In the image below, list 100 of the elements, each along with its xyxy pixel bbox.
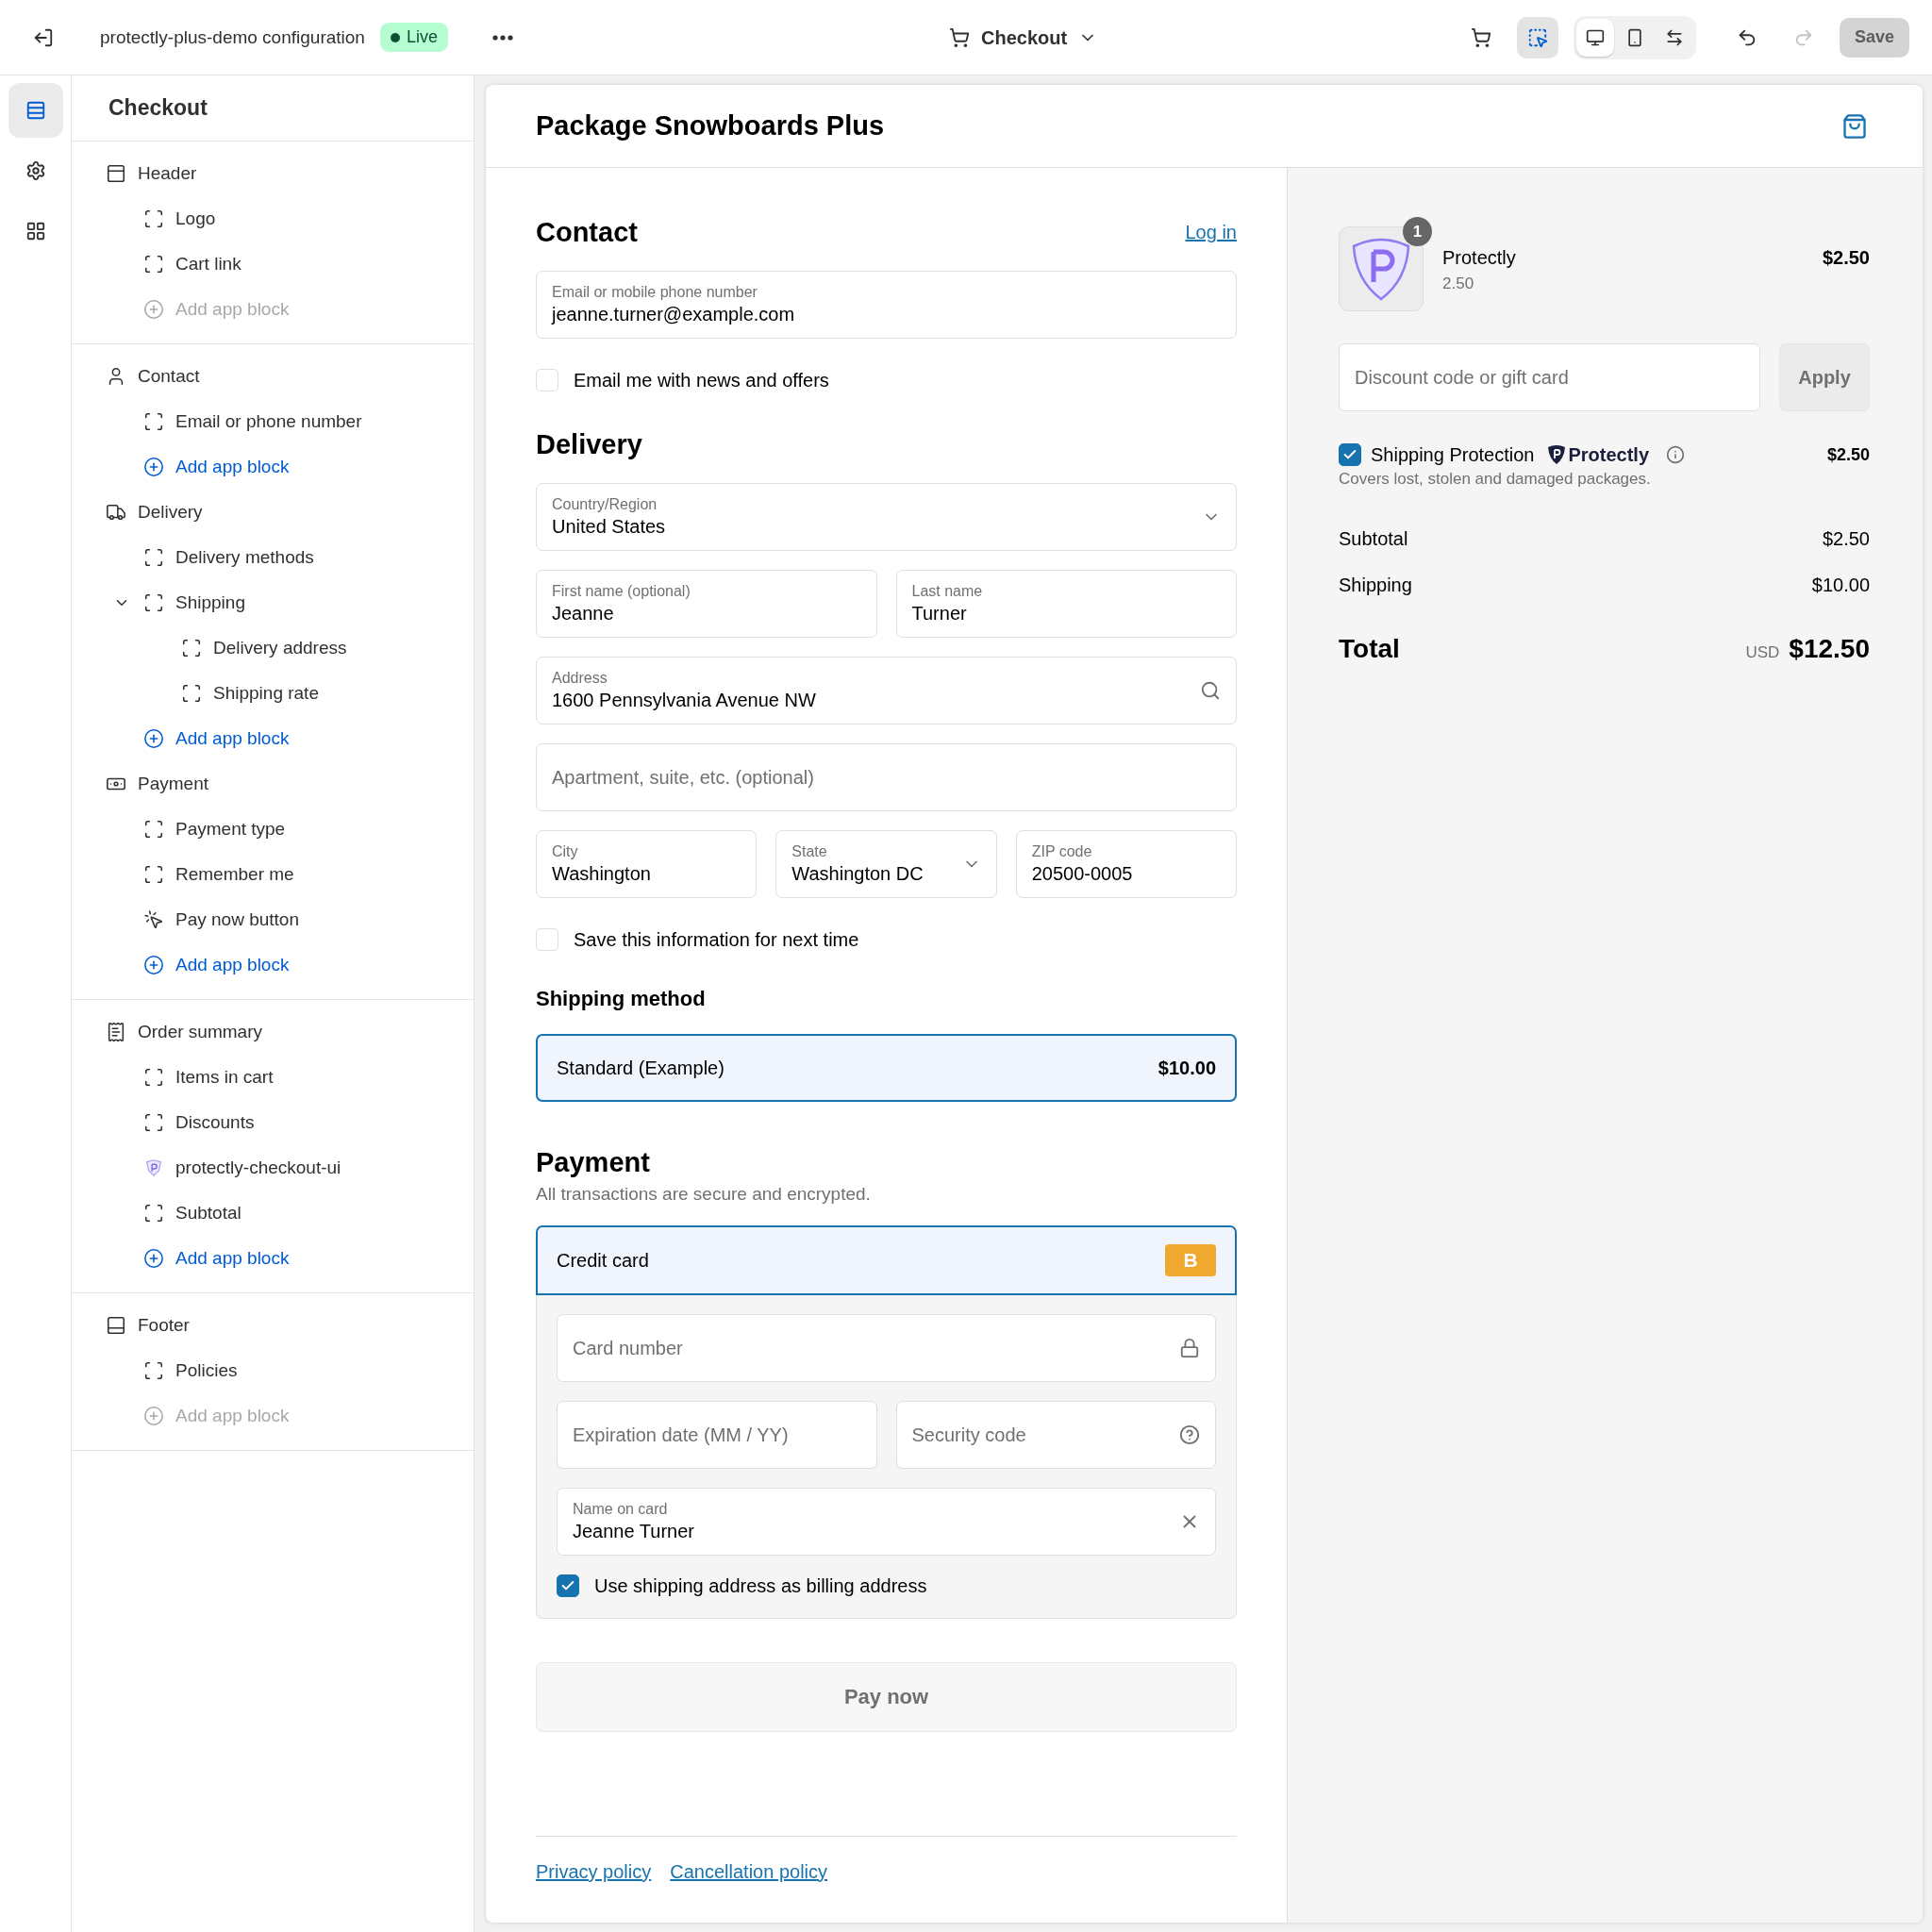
search-icon (1200, 680, 1221, 701)
block-icon (143, 547, 164, 568)
summary-value: $2.50 (1822, 528, 1870, 550)
rail-button[interactable] (8, 83, 63, 138)
block-icon (181, 638, 202, 658)
cart-icon (949, 27, 970, 48)
product-price: $2.50 (1822, 246, 1870, 269)
tree-item[interactable]: Delivery address (213, 638, 347, 658)
block-icon (143, 1112, 164, 1133)
section-item[interactable]: Order summary (138, 1022, 262, 1042)
tree-item[interactable]: Cart link (175, 254, 242, 275)
tree-item[interactable]: Shipping (175, 592, 245, 613)
policy-link[interactable]: Privacy policy (536, 1861, 652, 1883)
tree-item[interactable]: protectly-checkout-ui (175, 1158, 341, 1178)
checkbox[interactable] (1339, 443, 1361, 466)
apps-grid-icon (25, 221, 46, 242)
brand-name: Protectly (1568, 443, 1650, 466)
bag-icon[interactable] (1841, 112, 1868, 140)
apply-button[interactable]: Apply (1779, 343, 1870, 411)
checkbox[interactable] (557, 1574, 579, 1597)
input-field[interactable]: Expiration date (MM / YY) (557, 1401, 877, 1469)
select-pointer-icon (1526, 26, 1548, 48)
info-icon[interactable] (1666, 445, 1686, 464)
pointer-click-icon (143, 909, 164, 930)
block-icon (143, 864, 164, 885)
more-icon (491, 34, 513, 41)
tree-item[interactable]: Items in cart (175, 1067, 274, 1088)
checkbox-label: Email me with news and offers (574, 369, 829, 391)
tree-item[interactable]: Subtotal (175, 1203, 242, 1224)
section-item[interactable]: Footer (138, 1315, 190, 1336)
product-name: Protectly (1442, 247, 1517, 269)
tree-item[interactable]: Pay now button (175, 909, 299, 930)
input-field[interactable]: First name (optional) Jeanne (536, 570, 877, 638)
view-button[interactable] (1575, 18, 1614, 57)
card-brand-badge: B (1165, 1244, 1216, 1276)
payment-subtitle: All transactions are secure and encrypted. (536, 1184, 872, 1205)
add-icon (143, 728, 164, 749)
input-field[interactable]: Card number (557, 1314, 1216, 1382)
input-field[interactable]: Apartment, suite, etc. (optional) (536, 743, 1237, 811)
theme-title: protectly-plus-demo configuration (100, 26, 365, 48)
add-icon (143, 1248, 164, 1269)
policy-link[interactable]: Cancellation policy (670, 1861, 828, 1883)
block-icon (143, 1360, 164, 1381)
page-selector[interactable]: Checkout (943, 19, 1104, 57)
input-field[interactable]: Last name Turner (895, 570, 1237, 638)
input-field[interactable]: Name on card Jeanne Turner (557, 1488, 1216, 1556)
help-icon[interactable] (1179, 1424, 1200, 1445)
block-icon (143, 254, 164, 275)
tree-item[interactable]: Shipping rate (213, 683, 319, 704)
select-field[interactable]: Country/Region United States (536, 483, 1237, 551)
sidebar-title: Checkout (72, 75, 474, 142)
protection-note: Covers lost, stolen and damaged packages. (1339, 470, 1652, 489)
tree-item[interactable]: Delivery methods (175, 547, 314, 568)
shipping-option[interactable]: Standard (Example) $10.00 (536, 1034, 1237, 1102)
currency-code: USD (1745, 643, 1780, 662)
tree-item[interactable]: Discounts (175, 1112, 255, 1133)
exit-icon (33, 26, 54, 48)
truck-icon (106, 502, 126, 523)
block-icon (143, 592, 164, 613)
section-heading: Delivery (536, 429, 642, 460)
add-block-link[interactable]: Add app block (175, 457, 290, 477)
tree-item[interactable]: Logo (175, 208, 216, 229)
section-item[interactable]: Contact (138, 366, 200, 387)
input-field[interactable]: Address 1600 Pennsylvania Avenue NW (536, 657, 1237, 724)
section-item[interactable]: Header (138, 163, 197, 184)
login-link[interactable]: Log in (1185, 222, 1237, 243)
add-block-link[interactable]: Add app block (175, 955, 290, 975)
shield-logo-icon (1547, 444, 1567, 465)
status-badge: Live (379, 23, 448, 52)
tree-item[interactable]: Email or phone number (175, 411, 362, 432)
inspector-button[interactable] (1516, 16, 1558, 58)
add-icon (143, 1406, 164, 1426)
input-field[interactable]: Email or mobile phone number jeanne.turner@example.com (536, 271, 1237, 339)
discount-field[interactable]: Discount code or gift card (1339, 343, 1760, 411)
shield-logo-icon (143, 1158, 164, 1178)
input-field[interactable]: Security code (895, 1401, 1216, 1469)
protection-price: $2.50 (1826, 444, 1870, 465)
tree-item[interactable]: Policies (175, 1360, 238, 1381)
add-block-link[interactable]: Add app block (175, 728, 290, 749)
select-field[interactable]: State Washington DC (775, 830, 997, 898)
block-icon (143, 819, 164, 840)
block-icon (143, 1203, 164, 1224)
section-heading: Shipping method (536, 987, 706, 1011)
block-icon (143, 208, 164, 229)
payment-method[interactable]: Credit card B (536, 1225, 1237, 1295)
add-icon (143, 299, 164, 320)
pay-now-button[interactable]: Pay now (536, 1662, 1237, 1732)
cart-icon (1470, 26, 1491, 48)
tree-item[interactable]: Remember me (175, 864, 294, 885)
block-icon (143, 411, 164, 432)
section-item[interactable]: Delivery (138, 502, 203, 523)
product-detail: 2.50 (1442, 275, 1475, 293)
add-icon (143, 457, 164, 477)
sections-icon (25, 100, 46, 121)
input-field[interactable]: City Washington (536, 830, 758, 898)
total-amount: $12.50 (1789, 634, 1870, 664)
input-field[interactable]: ZIP code 20500-0005 (1015, 830, 1237, 898)
add-block-link[interactable]: Add app block (175, 1248, 290, 1269)
section-item[interactable]: Payment (138, 774, 208, 794)
tree-item[interactable]: Payment type (175, 819, 286, 840)
